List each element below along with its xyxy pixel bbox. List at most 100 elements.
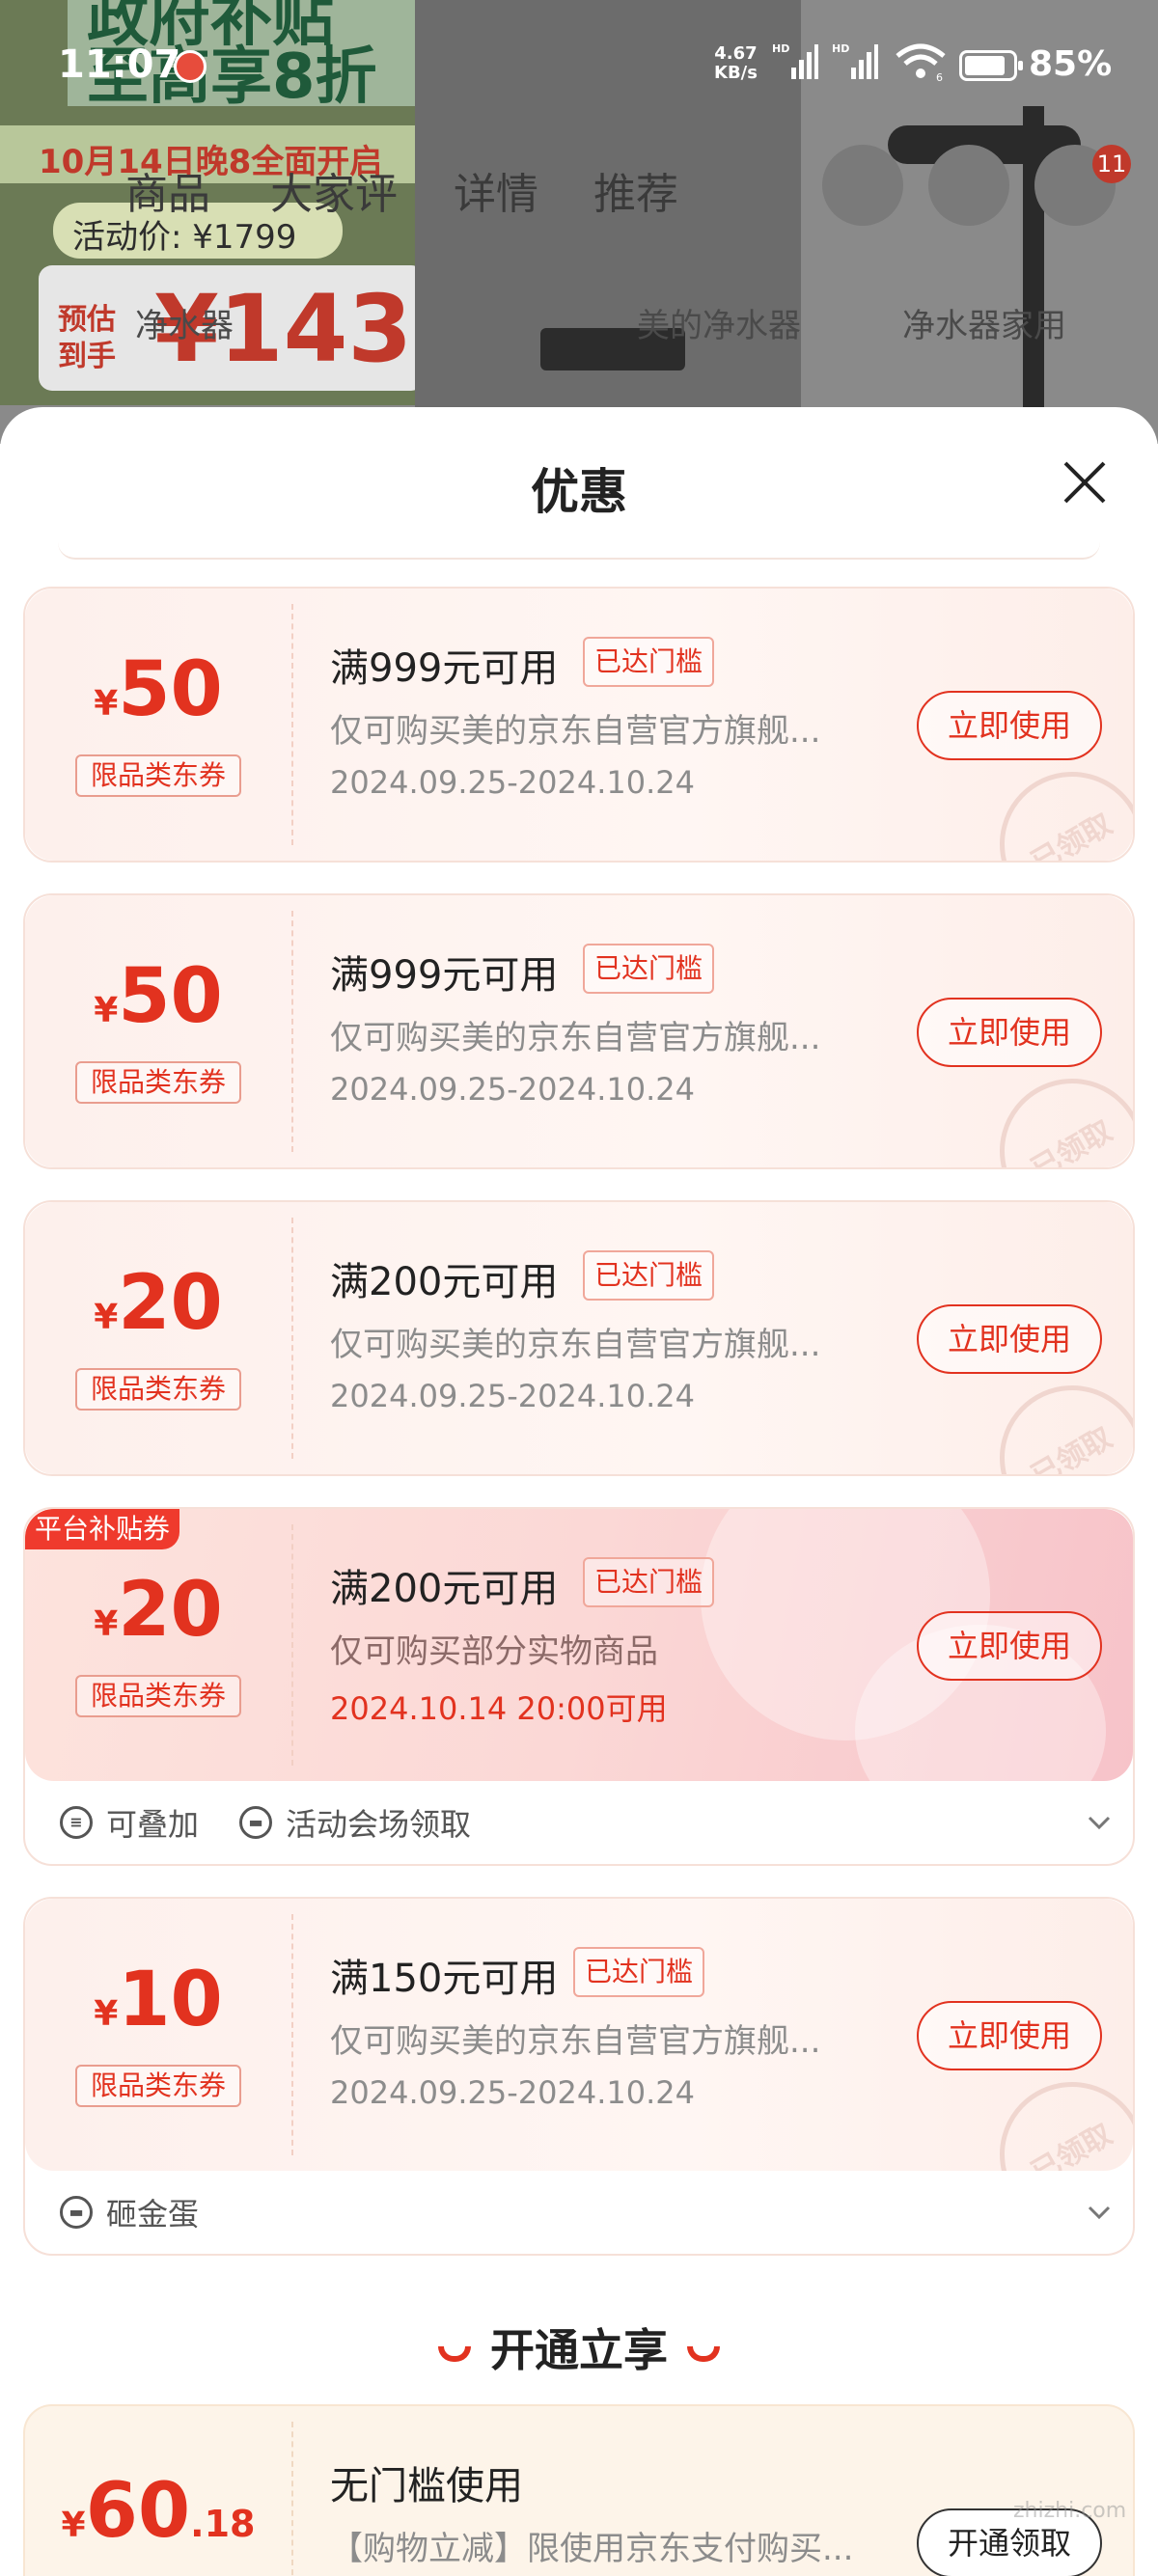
share-icon[interactable] (928, 145, 1009, 226)
threshold-reached-badge: 已达门槛 (573, 1947, 705, 1997)
coupon-validity: 2024.09.25-2024.10.24 (330, 764, 695, 801)
coupon-body: ¥20 限品类东券 满200元可用 已达门槛 仅可购买美的京东自营官方旗舰...… (25, 1202, 1133, 1474)
member-coupon-description: 【购物立减】限使用京东支付购买... (330, 2530, 854, 2568)
nav-tab-recommend[interactable]: 推荐 (593, 159, 678, 221)
threshold-reached-badge: 已达门槛 (583, 1250, 715, 1301)
coupon-value: 10 (118, 1957, 223, 2043)
coupon-amount: ¥10 (25, 1957, 291, 2043)
use-now-button[interactable]: 立即使用 (917, 2001, 1102, 2070)
coupon-validity: 2024.09.25-2024.10.24 (330, 2074, 695, 2111)
member-section-title: 开通立享 (490, 2324, 668, 2376)
member-coupon-amount: ¥60.18 (25, 2468, 291, 2555)
coupon-description: 仅可购买部分实物商品 (330, 1632, 658, 1671)
currency-symbol: ¥ (94, 1994, 119, 2034)
currency-symbol: ¥ (61, 2506, 86, 2545)
clock: 11:07 (58, 42, 181, 87)
use-now-button[interactable]: 立即使用 (917, 691, 1102, 760)
battery-icon (959, 50, 1023, 81)
threshold-reached-badge: 已达门槛 (583, 1557, 715, 1607)
coupon-card: ¥50 限品类东券 满999元可用 已达门槛 仅可购买美的京东自营官方旗舰...… (23, 587, 1135, 863)
signal-2-label: HD (832, 42, 849, 55)
nav-tab-reviews[interactable]: 大家评 (270, 159, 398, 221)
cell-signal-1-icon: HD (772, 42, 818, 79)
coupon-description: 仅可购买美的京东自营官方旗舰... (330, 1326, 821, 1364)
venue-claim-tag: 活动会场领取 (286, 1806, 472, 1843)
ticket-icon: ▬ (239, 1806, 272, 1839)
sub-tab-home-purifier[interactable]: 净水器家用 (902, 299, 1066, 346)
coupon-card: ¥20 限品类东券 满200元可用 已达门槛 仅可购买美的京东自营官方旗舰...… (23, 1200, 1135, 1476)
coupon-divider (291, 2422, 293, 2576)
nav-tab-product[interactable]: 商品 (125, 159, 210, 221)
use-now-button[interactable]: 立即使用 (917, 998, 1102, 1067)
coupon-body: ¥50 限品类东券 满999元可用 已达门槛 仅可购买美的京东自营官方旗舰...… (25, 589, 1133, 861)
sub-tab-purifier[interactable]: 净水器 (135, 299, 234, 346)
network-speed-value: 4.67 (714, 43, 758, 64)
coupon-description: 仅可购买美的京东自营官方旗舰... (330, 1019, 821, 1057)
claimed-stamp: 已领取 (973, 1052, 1133, 1167)
coupon-value: 20 (118, 1260, 223, 1347)
coupon-amount: ¥20 (25, 1567, 291, 1654)
coupon-validity: 2024.09.25-2024.10.24 (330, 1071, 695, 1108)
coupon-condition: 满999元可用 (330, 953, 559, 998)
app-notification-icon (174, 50, 207, 83)
message-count-badge: 11 (1092, 145, 1131, 183)
coupon-tags-row: ≡ 可叠加 ▬ 活动会场领取 (25, 1781, 1133, 1864)
coupon-value: 50 (118, 953, 223, 1040)
stackable-tag: 可叠加 (106, 1806, 200, 1843)
threshold-reached-badge: 已达门槛 (583, 944, 715, 994)
coupon-condition: 满200元可用 (330, 1260, 559, 1304)
coupon-card: ¥10 限品类东券 满150元可用 已达门槛 仅可购买美的京东自营官方旗舰...… (23, 1897, 1135, 2256)
wifi-label: 6 (936, 71, 943, 81)
sub-tab-midea-purifier[interactable]: 美的净水器 (637, 299, 801, 346)
coupon-validity: 2024.09.25-2024.10.24 (330, 1378, 695, 1414)
currency-symbol: ¥ (94, 1298, 119, 1337)
claimed-stamp: 已领取 (973, 2055, 1133, 2171)
category-tag: 限品类东券 (75, 1061, 241, 1104)
signal-1-label: HD (772, 42, 789, 55)
coupon-condition: 满150元可用 (330, 1957, 559, 2001)
favorite-icon[interactable] (822, 145, 903, 226)
close-icon[interactable] (1058, 455, 1112, 509)
member-section-heading: 开通立享 (0, 2316, 1158, 2379)
category-tag: 限品类东券 (75, 1368, 241, 1411)
claimed-stamp: 已领取 (973, 1358, 1133, 1474)
threshold-reached-badge: 已达门槛 (583, 637, 715, 687)
chevron-down-icon[interactable] (1087, 2200, 1112, 2225)
coupon-condition: 满999元可用 (330, 646, 559, 691)
nav-tab-details[interactable]: 详情 (454, 159, 538, 221)
coupon-divider (291, 1524, 293, 1766)
coupon-card: ¥50 限品类东券 满999元可用 已达门槛 仅可购买美的京东自营官方旗舰...… (23, 893, 1135, 1169)
battery-percent: 85% (1029, 44, 1113, 84)
status-bar: 11:07 4.67 KB/s HD HD 6 85% (0, 0, 1158, 125)
coupon-amount: ¥20 (25, 1260, 291, 1347)
use-now-button[interactable]: 立即使用 (917, 1611, 1102, 1681)
claimed-stamp: 已领取 (973, 745, 1133, 861)
coupon-tags-row: ▬ 砸金蛋 (25, 2171, 1133, 2254)
currency-symbol: ¥ (94, 684, 119, 724)
coupon-value: 20 (118, 1567, 223, 1654)
final-price-label: 预估到手 (58, 303, 116, 373)
use-now-button[interactable]: 立即使用 (917, 1304, 1102, 1374)
coupon-condition: 满200元可用 (330, 1567, 559, 1611)
category-tag: 限品类东券 (75, 2065, 241, 2107)
coupon-value: 50 (118, 646, 223, 733)
platform-subsidy-badge: 平台补贴券 (25, 1509, 180, 1549)
cell-signal-2-icon: HD (832, 42, 878, 79)
wifi-icon: 6 (896, 43, 946, 81)
coupon-divider (291, 1218, 293, 1459)
network-speed-unit: KB/s (714, 63, 758, 83)
decor-arc-icon (687, 2345, 720, 2362)
discount-sheet: 优惠 ¥50 限品类东券 满999元可用 已达门槛 仅可购买美的京东自营官方旗舰… (0, 407, 1158, 2576)
coupon-description: 仅可购买美的京东自营官方旗舰... (330, 2022, 821, 2061)
site-watermark: zhizhi.com (1013, 2499, 1127, 2523)
coupon-value-decimal: .18 (190, 2503, 256, 2545)
chevron-down-icon[interactable] (1087, 1810, 1112, 1835)
member-coupon-condition: 无门槛使用 (330, 2464, 523, 2508)
previous-coupon-edge (58, 542, 1100, 560)
coupon-body: ¥50 限品类东券 满999元可用 已达门槛 仅可购买美的京东自营官方旗舰...… (25, 895, 1133, 1167)
coupon-value: 60 (85, 2468, 191, 2555)
category-tag: 限品类东券 (75, 1675, 241, 1717)
stack-icon: ≡ (60, 1806, 93, 1839)
sheet-title: 优惠 (531, 464, 627, 520)
coupon-amount: ¥50 (25, 646, 291, 733)
